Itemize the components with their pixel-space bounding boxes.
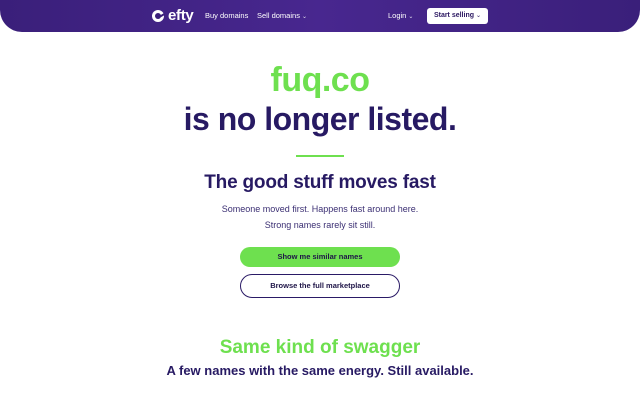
listing-status-heading: is no longer listed. <box>183 101 457 137</box>
start-selling-button[interactable]: Start selling ⌄ <box>427 8 488 24</box>
nav-sell-domains[interactable]: Sell domains ⌄ <box>257 11 307 22</box>
top-nav-bar: efty Buy domains Sell domains ⌄ Login ⌄ St… <box>0 0 640 32</box>
chevron-down-icon: ⌄ <box>408 14 414 20</box>
nav-buy-domains[interactable]: Buy domains <box>205 11 248 21</box>
start-selling-label: Start selling <box>433 12 475 19</box>
section-subtitle: A few names with the same energy. Still … <box>166 363 474 378</box>
efty-logo[interactable]: efty <box>152 7 194 24</box>
logo-text: efty <box>168 7 194 24</box>
body-line-1: Someone moved first. Happens fast around… <box>221 204 419 214</box>
section-title: Same kind of swagger <box>219 337 421 358</box>
nav-login-label: Login <box>388 11 407 20</box>
body-line-2: Strong names rarely sit still. <box>264 220 376 230</box>
nav-login[interactable]: Login ⌄ <box>388 11 413 22</box>
browse-marketplace-button[interactable]: Browse the full marketplace <box>240 274 400 298</box>
domain-name: fuq.co <box>270 61 370 99</box>
nav-sell-domains-label: Sell domains <box>257 11 300 20</box>
chevron-down-icon: ⌄ <box>301 14 307 20</box>
nav-buy-domains-label: Buy domains <box>205 11 249 20</box>
efty-logo-icon <box>152 10 164 22</box>
subhead: The good stuff moves fast <box>204 172 436 193</box>
show-similar-names-button[interactable]: Show me similar names <box>240 247 400 267</box>
accent-divider <box>296 155 344 157</box>
chevron-down-icon: ⌄ <box>476 13 482 19</box>
